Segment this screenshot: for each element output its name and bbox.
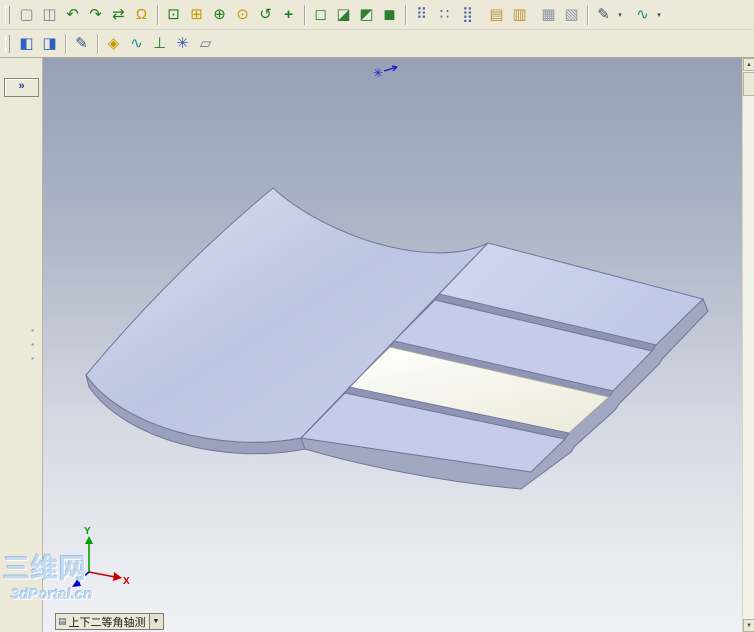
section-cube-icon[interactable]: ▧ [560, 3, 583, 26]
dense-pattern-icon[interactable]: ⣿ [456, 3, 479, 26]
panel-tab-icon[interactable]: ▪ [28, 326, 37, 335]
model-canvas[interactable]: ✳ Y X [43, 58, 743, 632]
toolbar-standard-views: ▢ ◫ ↶ ↷ ⇄ Ω ⊡ ⊞ ⊕ ⊙ ↺ + ◻ ◪ ◩ ◼ ⠿ ∷ ⣿ ▤ … [0, 0, 754, 30]
origin-arrow-icon [383, 65, 398, 72]
axis-tool-icon[interactable]: ⊥ [148, 32, 171, 55]
star-point-icon[interactable]: ✳ [171, 32, 194, 55]
reference-triad: Y X [72, 526, 130, 587]
toolbar-separator [97, 33, 98, 54]
toolbar-separator [587, 4, 588, 25]
redraw-icon[interactable]: ⇄ [107, 3, 130, 26]
y-axis-label: Y [84, 526, 91, 537]
x-axis-label: X [123, 576, 130, 587]
split-view-icon[interactable]: ◫ [38, 3, 61, 26]
curve-tool-icon[interactable]: ∿ [631, 3, 654, 26]
iso-view-cube-icon[interactable]: ◨ [38, 32, 61, 55]
feature-panel-collapsed: » ▪ ▪ ▪ [0, 58, 42, 632]
origin-marker[interactable]: ✳ [373, 65, 398, 80]
view-orientation-text: 上下二等角轴测 [68, 616, 146, 629]
toolbar-separator [304, 4, 305, 25]
graphics-area[interactable]: ✳ Y X [42, 58, 743, 632]
expand-panel-button[interactable]: » [4, 78, 39, 97]
wireframe-icon[interactable]: ◻ [309, 3, 332, 26]
vertical-scrollbar[interactable]: ▲ ▼ [742, 58, 754, 632]
curve-dropdown-icon[interactable]: ▾ [654, 4, 664, 25]
bell-icon[interactable]: Ω [130, 3, 153, 26]
zoom-in-out-icon[interactable]: ⊕ [208, 3, 231, 26]
toolbar-grip[interactable] [5, 5, 10, 24]
view-orientation-dropdown[interactable]: ▼ [148, 614, 163, 629]
x-axis-arrowhead [113, 572, 122, 581]
toolbar-grip[interactable] [5, 34, 10, 53]
toolbar-separator [65, 33, 66, 54]
scrollbar-thumb[interactable] [743, 72, 754, 96]
new-window-icon[interactable]: ▢ [15, 3, 38, 26]
hidden-lines-removed-icon[interactable]: ◩ [355, 3, 378, 26]
pan-view-icon[interactable]: + [277, 3, 300, 26]
y-axis-arrowhead [85, 536, 93, 544]
rotate-view-icon[interactable]: ↺ [254, 3, 277, 26]
origin-star-icon: ✳ [373, 66, 383, 80]
spline-tool-icon[interactable]: ∿ [125, 32, 148, 55]
previous-view-icon[interactable]: ↶ [61, 3, 84, 26]
zoom-selected-icon[interactable]: ⊙ [231, 3, 254, 26]
toolbar-separator [157, 4, 158, 25]
sketch-tool-icon[interactable]: ✎ [70, 32, 93, 55]
plane-tool-icon[interactable]: ▱ [194, 32, 217, 55]
scroll-up-button[interactable]: ▲ [743, 58, 754, 71]
front-view-cube-icon[interactable]: ◧ [15, 32, 38, 55]
point-pattern-icon[interactable]: ∷ [433, 3, 456, 26]
view-orientation-icon: ▤ [58, 616, 67, 626]
panel-tab-icon[interactable]: ▪ [28, 340, 37, 349]
point-tool-icon[interactable]: ◈ [102, 32, 125, 55]
toolbar-sketch: ◧ ◨ ✎ ◈ ∿ ⊥ ✳ ▱ [0, 30, 754, 58]
zoom-fit-icon[interactable]: ⊡ [162, 3, 185, 26]
view-orientation-label[interactable]: ▤ 上下二等角轴测 ▼ [55, 613, 164, 630]
x-axis-arrow [88, 571, 116, 578]
measure-dropdown-icon[interactable]: ▾ [615, 4, 625, 25]
paste-stack-icon[interactable]: ▥ [508, 3, 531, 26]
scroll-down-button[interactable]: ▼ [743, 619, 754, 632]
panel-tab-icon[interactable]: ▪ [28, 354, 37, 363]
next-view-icon[interactable]: ↷ [84, 3, 107, 26]
measure-tool-icon[interactable]: ✎ [592, 3, 615, 26]
copy-stack-icon[interactable]: ▤ [485, 3, 508, 26]
zoom-area-icon[interactable]: ⊞ [185, 3, 208, 26]
grid-dots-icon[interactable]: ⠿ [410, 3, 433, 26]
shaded-view-icon[interactable]: ◼ [378, 3, 401, 26]
ghost-cube-icon[interactable]: ▦ [537, 3, 560, 26]
hidden-lines-visible-icon[interactable]: ◪ [332, 3, 355, 26]
toolbar-separator [405, 4, 406, 25]
